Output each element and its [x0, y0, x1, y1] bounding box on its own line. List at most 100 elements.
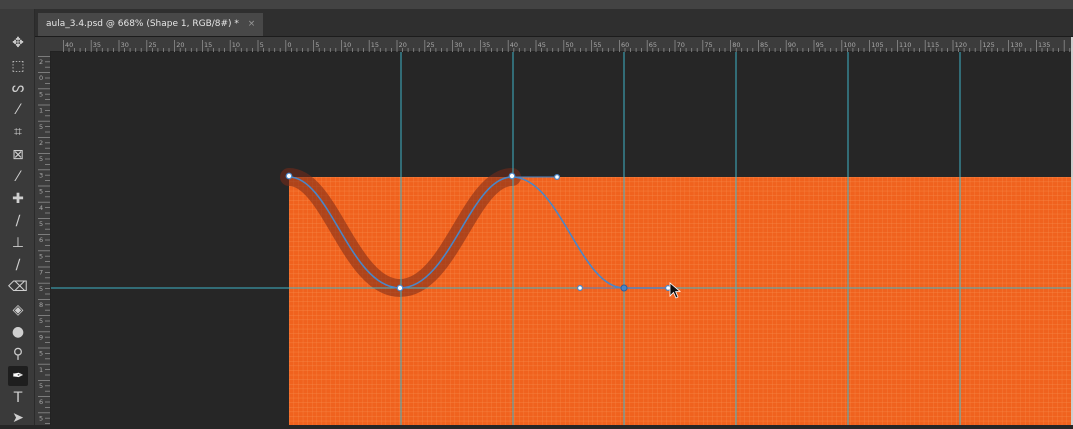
ruler-label: 7	[39, 269, 43, 277]
ruler-major-tick	[38, 120, 50, 122]
ruler-major-tick	[38, 104, 50, 106]
dodge-tool-icon[interactable]: ⚲	[8, 344, 28, 364]
clone-stamp-tool-icon[interactable]: ⊥	[8, 233, 28, 253]
ruler-minor-tick	[657, 48, 659, 52]
application-bar	[0, 0, 1073, 9]
ruler-label: 40	[65, 41, 73, 49]
ruler-label: 35	[482, 41, 490, 49]
ruler-label: 15	[204, 41, 212, 49]
pen-path[interactable]	[288, 176, 668, 289]
ruler-label: 30	[121, 41, 129, 49]
pen-tool-icon[interactable]: ✒	[8, 366, 28, 386]
ruler-minor-tick	[713, 48, 715, 52]
ruler-minor-tick	[1058, 48, 1059, 52]
ruler-minor-tick	[913, 48, 915, 52]
document-canvas[interactable]	[0, 0, 1073, 425]
ruler-label: 35	[93, 41, 101, 49]
document-tab-bar: aula_3.4.psd @ 668% (Shape 1, RGB/8#) * …	[34, 9, 1073, 37]
lasso-tool-icon[interactable]: ᔕ	[8, 78, 28, 98]
type-tool-icon[interactable]: T	[8, 388, 28, 408]
ruler-minor-tick	[296, 48, 298, 52]
ruler-minor-tick	[45, 212, 50, 214]
ruler-major-tick	[1063, 40, 1065, 52]
ruler-major-tick	[813, 40, 815, 52]
ruler-minor-tick	[630, 48, 631, 52]
ruler-label: 110	[899, 41, 911, 49]
ruler-minor-tick	[268, 48, 270, 52]
ruler-major-tick	[646, 40, 648, 52]
ruler-major-tick	[38, 347, 50, 349]
brush-tool-icon[interactable]: ∕	[8, 211, 28, 231]
ruler-minor-tick	[101, 48, 103, 52]
crop-tool-icon[interactable]: ⌗	[8, 122, 28, 142]
move-tool-icon[interactable]: ✥	[8, 33, 28, 53]
guides[interactable]	[51, 52, 1073, 425]
ruler-label: 5	[39, 414, 43, 422]
ruler-minor-tick	[1052, 48, 1054, 52]
ruler-minor-tick	[518, 48, 520, 52]
ruler-minor-tick	[769, 48, 770, 52]
document-tab[interactable]: aula_3.4.psd @ 668% (Shape 1, RGB/8#) * …	[38, 13, 264, 36]
ruler-major-tick	[507, 40, 509, 52]
ruler-major-tick	[38, 380, 50, 381]
ruler-minor-tick	[45, 304, 50, 306]
ruler-minor-tick	[45, 288, 50, 289]
ruler-major-tick	[341, 40, 342, 52]
close-icon[interactable]: ×	[248, 19, 256, 29]
ruler-minor-tick	[1002, 48, 1004, 52]
ruler-label: 65	[649, 41, 657, 49]
eraser-tool-icon[interactable]: ⌫	[8, 277, 28, 297]
ruler-minor-tick	[45, 99, 50, 100]
ruler-minor-tick	[363, 48, 364, 52]
orange-shape-layer	[289, 177, 1071, 425]
ruler-minor-tick	[45, 174, 50, 176]
ruler-minor-tick	[974, 48, 976, 52]
ruler-label: 5	[39, 382, 43, 390]
marquee-tool-icon[interactable]: ⬚	[8, 56, 28, 76]
path-selection-tool-icon[interactable]: ➤	[8, 408, 28, 428]
ruler-minor-tick	[45, 326, 50, 327]
blur-tool-icon[interactable]: ●	[8, 322, 28, 342]
ruler-label: 40	[510, 41, 518, 49]
frame-tool-icon[interactable]: ⊠	[8, 145, 28, 165]
ruler-minor-tick	[941, 48, 943, 52]
ruler-minor-tick	[335, 48, 337, 52]
ruler-minor-tick	[45, 110, 50, 111]
ruler-minor-tick	[474, 48, 476, 52]
direction-handles[interactable]	[512, 176, 668, 289]
ruler-minor-tick	[45, 228, 50, 230]
ruler-label: 60	[621, 41, 629, 49]
ruler-minor-tick	[663, 48, 665, 52]
ruler-major-tick	[285, 40, 287, 52]
ruler-minor-tick	[45, 164, 50, 165]
horizontal-ruler[interactable]: 40 35 30 25 20 15 10 5 0 5 10 15 20 25 30 35 40 45 50 55 60 6…	[50, 37, 1073, 52]
anchor-points[interactable]	[285, 172, 671, 292]
eyedropper-tool-icon[interactable]: ⁄	[8, 167, 28, 187]
ruler-minor-tick	[45, 158, 50, 160]
ruler-major-tick	[480, 40, 481, 52]
magic-wand-tool-icon[interactable]: ⁄	[8, 100, 28, 120]
ruler-minor-tick	[45, 207, 50, 208]
ruler-label: 135	[1038, 41, 1050, 49]
ruler-label: 95	[816, 41, 824, 49]
ruler-minor-tick	[407, 48, 409, 52]
selected-anchor-point[interactable]	[620, 284, 628, 292]
vertical-ruler[interactable]: 2 0 5 1 5 2 5 3 5 4 5 6 5 7 5 8 5 9 5 1 5 6 5	[35, 52, 51, 425]
ruler-minor-tick	[45, 77, 50, 79]
ruler-minor-tick	[45, 417, 50, 419]
ruler-major-tick	[202, 40, 203, 52]
ruler-minor-tick	[224, 48, 225, 52]
ruler-label: 9	[39, 333, 43, 341]
history-brush-tool-icon[interactable]: ∕	[8, 255, 28, 275]
ruler-minor-tick	[696, 48, 698, 52]
ruler-major-tick	[924, 40, 926, 52]
tools-panel: ✥ ⬚ ᔕ ⁄ ⌗ ⊠ ⁄ ✚ ∕ ⊥ ∕ ⌫ ◈ ● ⚲ ✒ T ➤	[0, 9, 35, 428]
ruler-label: 50	[565, 41, 573, 49]
ruler-origin[interactable]	[35, 37, 50, 52]
paint-bucket-tool-icon[interactable]: ◈	[8, 300, 28, 320]
healing-brush-tool-icon[interactable]: ✚	[8, 189, 28, 209]
ruler-major-tick	[38, 363, 50, 365]
ruler-minor-tick	[1030, 48, 1032, 52]
ruler-major-tick	[38, 266, 50, 268]
ruler-minor-tick	[45, 255, 50, 257]
